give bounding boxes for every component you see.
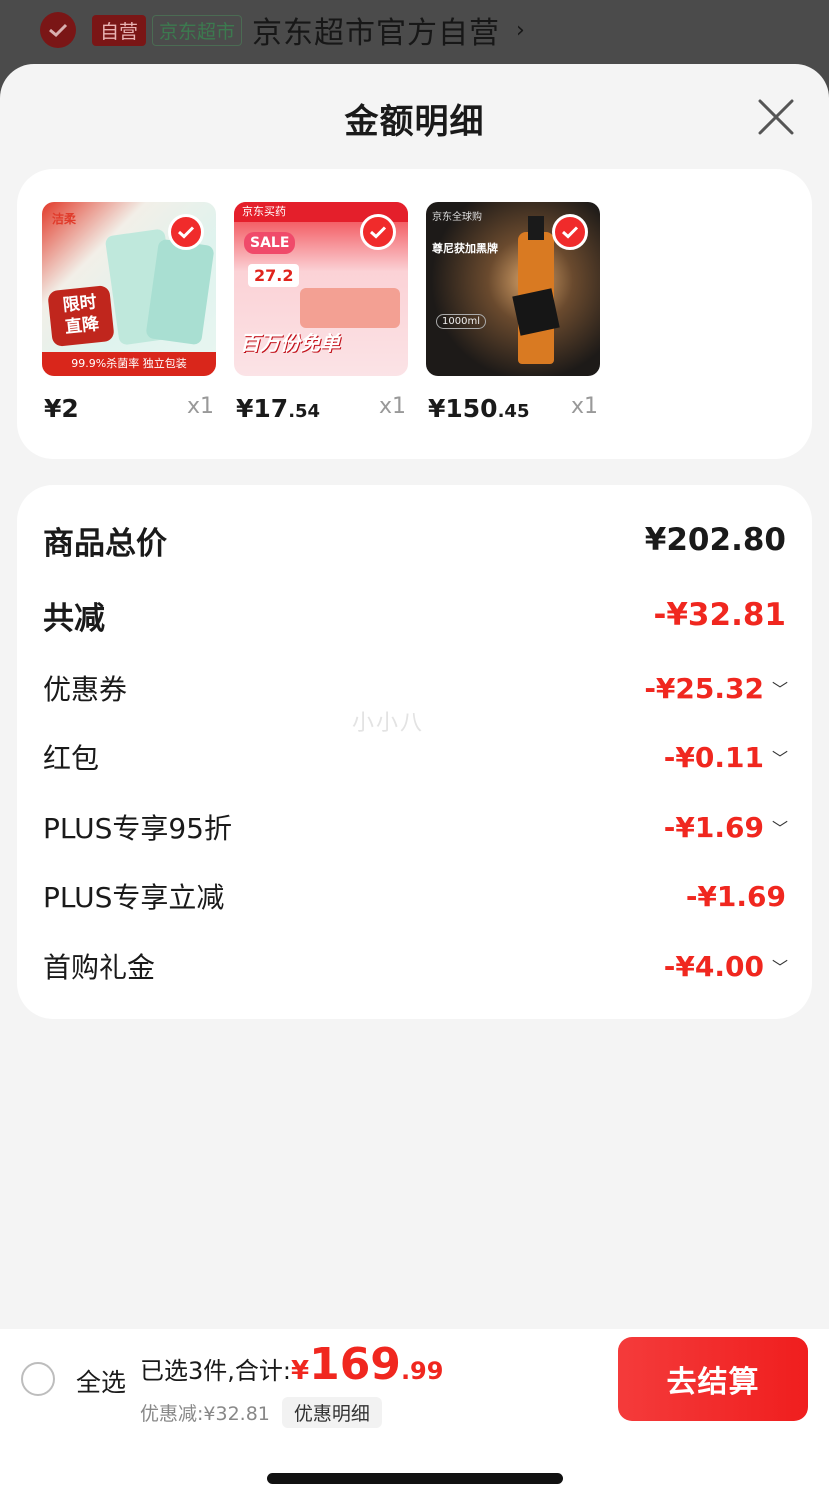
store-name[interactable]: 京东超市官方自营	[252, 8, 500, 52]
product-quantity: x1	[378, 394, 406, 419]
product-image-caption: 99.9%杀菌率 独立包装	[42, 352, 216, 376]
sheet-title: 金额明细	[344, 102, 485, 142]
discount-line: 优惠减:¥32.81 优惠明细	[140, 1397, 382, 1428]
discount-value: -¥25.32	[644, 671, 764, 705]
chevron-down-icon[interactable]: ﹀	[772, 676, 788, 700]
product-item[interactable]: 京东全球购 尊尼获加黑牌 1000ml ¥150.45 x1	[426, 202, 600, 423]
home-indicator-area	[0, 1429, 829, 1501]
product-image[interactable]: 洁柔 限时直降 99.9%杀菌率 独立包装	[42, 202, 216, 376]
product-image-brand: 京东全球购	[432, 212, 482, 223]
product-quantity: x1	[186, 394, 214, 419]
total-reduce-row: 共减 -¥32.81	[43, 595, 787, 637]
chevron-down-icon[interactable]: ﹀	[772, 815, 788, 839]
store-check-icon[interactable]	[40, 12, 76, 48]
discount-value: -¥0.11	[663, 740, 764, 774]
total-price-row: 商品总价 ¥202.80	[43, 520, 786, 562]
select-all-label[interactable]: 全选	[76, 1363, 126, 1399]
total-currency: ¥	[290, 1356, 310, 1386]
discount-row-coupon[interactable]: 优惠券 -¥25.32 ﹀	[43, 668, 788, 708]
total-reduce-label: 共减	[43, 600, 105, 637]
checkmark-icon[interactable]	[168, 214, 204, 250]
supermarket-badge: 京东超市	[152, 14, 243, 46]
price-summary-card: 商品总价 ¥202.80 共减 -¥32.81 优惠券 -¥25.32 ﹀ 红包 …	[17, 485, 812, 1019]
discount-value: -¥1.69	[685, 879, 786, 913]
discount-label: 红包	[43, 742, 100, 775]
checkout-button[interactable]: 去结算	[618, 1337, 808, 1421]
volume-tag: 1000ml	[436, 314, 486, 329]
product-image-brand: 洁柔	[52, 212, 77, 226]
chevron-down-icon[interactable]: ﹀	[772, 745, 788, 769]
checkmark-icon[interactable]	[360, 214, 396, 250]
total-price-label: 商品总价	[43, 525, 167, 562]
product-price: ¥2	[44, 394, 79, 423]
select-all-radio[interactable]	[21, 1362, 55, 1396]
total-price-value: ¥202.80	[644, 522, 786, 558]
discount-row-first-purchase[interactable]: 首购礼金 -¥4.00 ﹀	[43, 946, 788, 986]
discount-value: -¥4.00	[663, 949, 764, 983]
discount-label: PLUS专享95折	[43, 812, 232, 845]
bottle-neck-shape	[528, 216, 544, 240]
close-icon[interactable]	[757, 98, 795, 136]
total-reduce-value: -¥32.81	[653, 597, 787, 633]
watermark: 小小八	[352, 711, 425, 736]
product-item[interactable]: 京东买药 SALE 27.2 百万份免单 ¥17.54 x1	[234, 202, 408, 423]
discount-row-redpacket[interactable]: 红包 -¥0.11 ﹀	[43, 737, 788, 777]
product-pack-shape	[300, 288, 400, 328]
price-int: ¥150	[428, 394, 498, 423]
home-indicator[interactable]	[267, 1473, 563, 1484]
product-image-caption: 百万份免单	[240, 331, 340, 355]
sale-badge: SALE	[244, 232, 296, 254]
product-image[interactable]: 京东全球购 尊尼获加黑牌 1000ml	[426, 202, 600, 376]
bottle-label-shape	[512, 288, 560, 336]
promo-badge: 限时直降	[47, 284, 115, 348]
chevron-down-icon[interactable]: ﹀	[772, 954, 788, 978]
self-operated-badge: 自营	[92, 14, 147, 46]
discount-detail-button[interactable]: 优惠明细	[281, 1397, 382, 1428]
price-tag: 27.2	[248, 264, 300, 287]
product-image-title: 尊尼获加黑牌	[432, 242, 498, 255]
price-int: ¥17	[236, 394, 289, 423]
discount-label: PLUS专享立减	[43, 881, 225, 914]
total-amount-int: 169	[309, 1339, 401, 1390]
discount-value: -¥1.69	[663, 810, 764, 844]
product-price: ¥150.45	[428, 394, 529, 423]
amount-detail-sheet: 金额明细 洁柔 限时直降 99.9%杀菌率 独立包装 ¥2 x1 京东买药 SA…	[0, 64, 829, 1501]
product-item[interactable]: 洁柔 限时直降 99.9%杀菌率 独立包装 ¥2 x1	[42, 202, 216, 423]
product-image[interactable]: 京东买药 SALE 27.2 百万份免单	[234, 202, 408, 376]
total-amount-dec: .99	[400, 1357, 444, 1385]
price-dec: .54	[288, 401, 321, 422]
checkmark-icon[interactable]	[552, 214, 588, 250]
discount-total-text: 优惠减:¥32.81	[140, 1403, 270, 1425]
product-price: ¥17.54	[236, 394, 320, 423]
selected-count-text: 已选3件,合计:	[140, 1357, 291, 1385]
discount-row-plus95[interactable]: PLUS专享95折 -¥1.69 ﹀	[43, 807, 788, 847]
store-row[interactable]: 自营 京东超市 京东超市官方自营 ›	[40, 8, 525, 52]
discount-row-plus-reduce: PLUS专享立减 -¥1.69	[43, 876, 786, 916]
selected-total-line: 已选3件,合计: ¥ 169 .99	[140, 1339, 443, 1390]
checkout-bar: 全选 已选3件,合计: ¥ 169 .99 优惠减:¥32.81 优惠明细 去结…	[0, 1329, 829, 1429]
chevron-right-icon[interactable]: ›	[516, 18, 525, 43]
price-dec: .45	[497, 401, 530, 422]
price-int: ¥2	[44, 394, 79, 423]
product-list-card: 洁柔 限时直降 99.9%杀菌率 独立包装 ¥2 x1 京东买药 SALE 27…	[17, 169, 812, 459]
discount-label: 首购礼金	[43, 951, 156, 984]
product-quantity: x1	[570, 394, 598, 419]
discount-label: 优惠券	[43, 673, 128, 706]
